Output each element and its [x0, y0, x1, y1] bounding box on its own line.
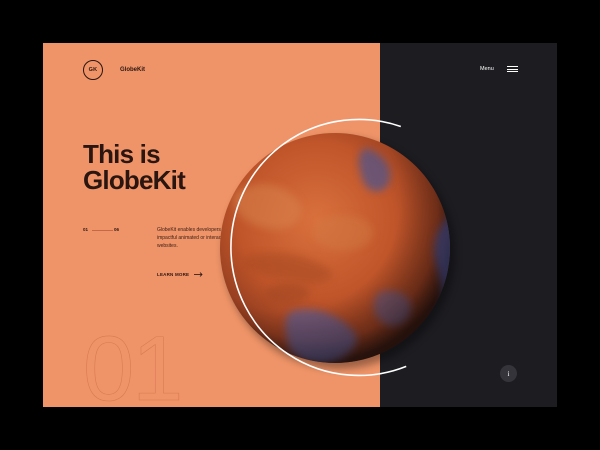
hero-title-line-1: This is	[83, 139, 161, 169]
hero-title: This is GlobeKit	[83, 139, 186, 195]
learn-more-link[interactable]: LEARN MORE	[157, 272, 203, 277]
menu-button[interactable]: Menu	[480, 66, 518, 72]
hero-title-line-2: GlobeKit	[83, 165, 186, 195]
pager-total: 06	[114, 227, 120, 232]
slide-pager: 01 06	[83, 227, 123, 235]
mars-globe[interactable]	[220, 133, 450, 363]
pager-current: 01	[83, 227, 89, 232]
arrow-right-icon	[194, 272, 203, 277]
brand-name[interactable]: GlobeKit	[120, 67, 145, 73]
info-icon: i	[507, 369, 510, 378]
info-button[interactable]: i	[500, 365, 517, 382]
page-frame: GK GlobeKit 01 This is GlobeKit 01 06 Gl…	[43, 43, 557, 407]
logo[interactable]: GK	[83, 60, 103, 80]
logo-initials: GK	[88, 67, 98, 73]
learn-more-label: LEARN MORE	[157, 272, 190, 277]
hamburger-icon	[506, 66, 518, 72]
background-slide-number: 01	[83, 318, 184, 407]
menu-label: Menu	[480, 66, 494, 72]
pager-progress-line	[92, 229, 113, 231]
